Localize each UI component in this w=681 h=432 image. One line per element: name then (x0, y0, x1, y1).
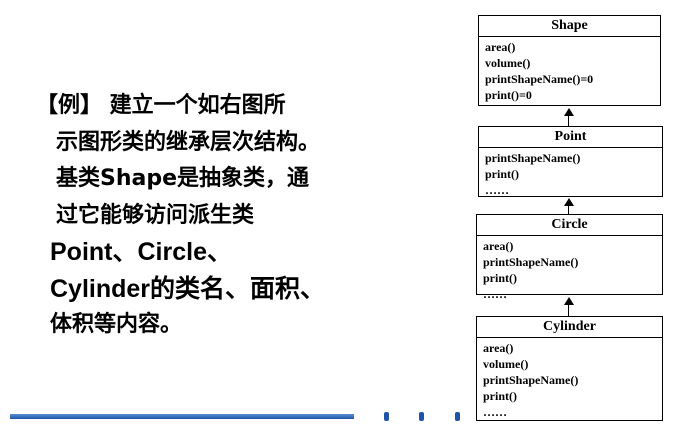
method: printShapeName() (483, 373, 579, 387)
text-line-5: Point、Circle、 (50, 238, 232, 266)
inheritance-arrowhead (564, 297, 574, 305)
inheritance-arrowhead (564, 198, 574, 206)
class-name-circle: Circle (477, 215, 662, 236)
method: print() (483, 271, 517, 285)
method: area() (485, 40, 516, 54)
text-line-4: 过它能够访问派生类 (56, 202, 255, 228)
method: printShapeName() (485, 151, 581, 165)
class-name-shape: Shape (479, 16, 660, 37)
footer-dot (384, 412, 389, 421)
method: printShapeName()=0 (485, 72, 594, 86)
method: print()=0 (485, 88, 532, 102)
method: volume() (483, 357, 529, 371)
method: …… (483, 405, 507, 419)
class-methods-point: printShapeName() print() …… (479, 148, 662, 200)
text-line-6: Cylinder的类名、面积、 (50, 274, 326, 303)
class-box-point: Point printShapeName() print() …… (478, 126, 663, 197)
method: area() (483, 341, 514, 355)
method: area() (483, 239, 514, 253)
footer-divider-bar (10, 414, 354, 419)
text-line-2: 示图形类的继承层次结构。 (56, 129, 321, 155)
method: volume() (485, 56, 531, 70)
inheritance-arrowhead (564, 108, 574, 116)
class-methods-cylinder: area() volume() printShapeName() print()… (477, 338, 662, 422)
method: print() (485, 167, 519, 181)
description-text: 【例】 建立一个如右图所 示图形类的继承层次结构。 基类Shape是抽象类，通 … (36, 88, 436, 344)
footer-dot (455, 412, 460, 421)
class-name-cylinder: Cylinder (477, 317, 662, 338)
footer-dot (419, 412, 424, 421)
method: …… (485, 183, 509, 197)
class-box-cylinder: Cylinder area() volume() printShapeName(… (476, 316, 663, 421)
class-methods-shape: area() volume() printShapeName()=0 print… (479, 37, 660, 105)
method: printShapeName() (483, 255, 579, 269)
class-box-circle: Circle area() printShapeName() print() …… (476, 214, 663, 301)
method: print() (483, 389, 517, 403)
class-name-point: Point (479, 127, 662, 148)
text-line-3: 基类Shape是抽象类，通 (56, 166, 310, 191)
class-methods-circle: area() printShapeName() print() …… (477, 236, 662, 304)
text-line-7: 体积等内容。 (50, 312, 183, 337)
text-line-1: 【例】 建立一个如右图所 (36, 93, 286, 118)
class-box-shape: Shape area() volume() printShapeName()=0… (478, 15, 661, 106)
